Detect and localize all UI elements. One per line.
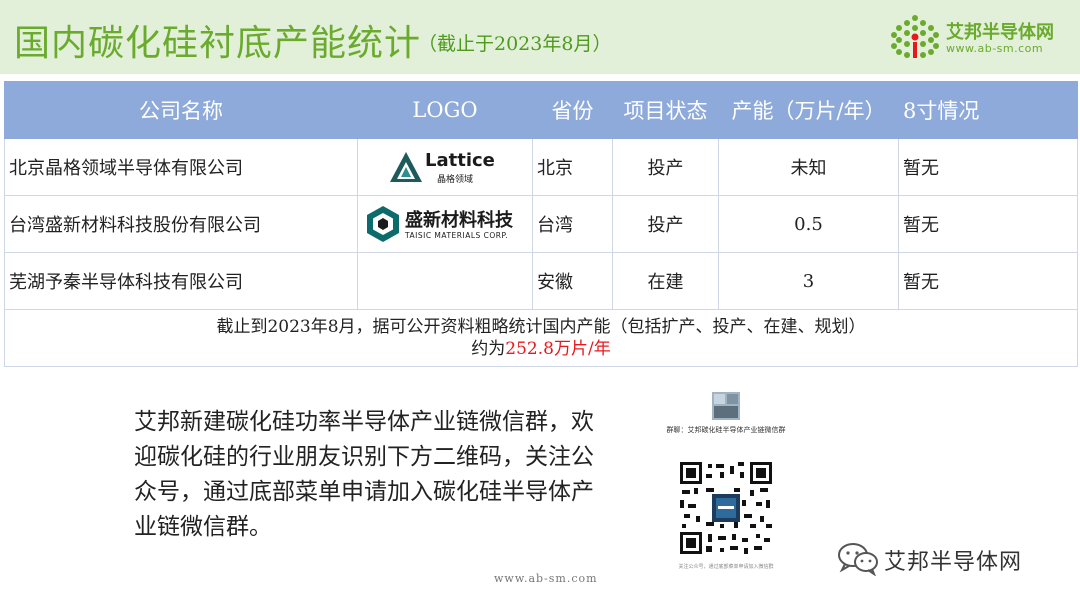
- table-row: 台湾盛新材料科技股份有限公司 盛新材料科技 TAISIC MATERIALS C…: [4, 195, 1078, 253]
- note-total-capacity: 252.8万片/年: [505, 339, 611, 359]
- cell-logo-empty: [357, 252, 533, 310]
- table-row: 芜湖予秦半导体科技有限公司 安徽 在建 3 暂无: [4, 252, 1078, 310]
- table-note-row: 截止到2023年8月，据可公开资料粗略统计国内产能（包括扩产、投产、在建、规划）…: [4, 309, 1078, 367]
- col-header-capacity: 产能（万片/年）: [718, 81, 899, 139]
- cell-company: 芜湖予秦半导体科技有限公司: [4, 252, 358, 310]
- cell-capacity: 0.5: [718, 195, 899, 253]
- capacity-table: 公司名称 LOGO 省份 项目状态 产能（万片/年） 8寸情况 北京晶格领域半导…: [4, 81, 1078, 367]
- qr-card-title: 群聊：艾邦碳化硅半导体产业链微信群: [666, 426, 786, 434]
- promo-url[interactable]: www.ab-sm.com: [494, 572, 598, 585]
- taisic-hex-icon: [367, 206, 399, 242]
- qr-code-icon[interactable]: [678, 460, 774, 556]
- cell-province: 北京: [532, 138, 613, 196]
- cell-status: 在建: [612, 252, 719, 310]
- cell-province: 安徽: [532, 252, 613, 310]
- cell-company: 台湾盛新材料科技股份有限公司: [4, 195, 358, 253]
- cell-company: 北京晶格领域半导体有限公司: [4, 138, 358, 196]
- lattice-logo-sub: 晶格领域: [437, 175, 474, 185]
- table-row: 北京晶格领域半导体有限公司 Lattice 晶格领域 北京 投产 未知 暂无: [4, 138, 1078, 196]
- table-note: 截止到2023年8月，据可公开资料粗略统计国内产能（包括扩产、投产、在建、规划）…: [4, 309, 1078, 367]
- qr-card[interactable]: 群聊：艾邦碳化硅半导体产业链微信群 关注公众号，通过底部菜单申请加入微信群: [664, 386, 788, 578]
- promo-text: 艾邦新建碳化硅功率半导体产业链微信群，欢迎碳化硅的行业朋友识别下方二维码，关注公…: [134, 409, 594, 540]
- wechat-watermark: 艾邦半导体网: [832, 540, 1062, 580]
- cell-logo: 盛新材料科技 TAISIC MATERIALS CORP.: [357, 195, 533, 253]
- watermark-text: 艾邦半导体网: [884, 550, 1023, 575]
- lattice-mark-icon: [390, 152, 422, 182]
- cell-status: 投产: [612, 138, 719, 196]
- table-header-row: 公司名称 LOGO 省份 项目状态 产能（万片/年） 8寸情况: [4, 81, 1078, 139]
- cell-province: 台湾: [532, 195, 613, 253]
- col-header-province: 省份: [532, 81, 613, 139]
- brand-name: 艾邦半导体网: [946, 22, 1054, 43]
- note-prefix: 约为: [471, 339, 506, 359]
- cell-eight-inch: 暂无: [898, 252, 1078, 310]
- taisic-logo-sub: TAISIC MATERIALS CORP.: [405, 231, 509, 240]
- brand-logo[interactable]: 艾邦半导体网 www.ab-sm.com: [890, 12, 1070, 62]
- cell-logo: Lattice 晶格领域: [357, 138, 533, 196]
- note-line-2: 约为252.8万片/年: [5, 338, 1077, 360]
- group-avatar-icon: [712, 392, 740, 420]
- cell-eight-inch: 暂无: [898, 138, 1078, 196]
- col-header-logo: LOGO: [357, 81, 533, 139]
- qr-card-footer: 关注公众号，通过底部菜单申请加入微信群: [678, 564, 774, 570]
- lattice-logo-text: Lattice: [425, 150, 495, 171]
- cell-status: 投产: [612, 195, 719, 253]
- header-banner: 国内碳化硅衬底产能统计 （截止于2023年8月） 艾邦半导体网 www.ab-s…: [0, 0, 1080, 74]
- taisic-logo-text: 盛新材料科技: [405, 210, 513, 231]
- col-header-eight-inch: 8寸情况: [898, 81, 1078, 139]
- cell-eight-inch: 暂无: [898, 195, 1078, 253]
- page-title: 国内碳化硅衬底产能统计: [14, 23, 422, 64]
- brand-url: www.ab-sm.com: [946, 42, 1044, 55]
- page-subtitle: （截止于2023年8月）: [418, 33, 612, 55]
- wechat-icon: [838, 543, 878, 576]
- cell-capacity: 未知: [718, 138, 899, 196]
- taisic-logo: 盛新材料科技 TAISIC MATERIALS CORP.: [365, 204, 525, 244]
- col-header-company: 公司名称: [4, 81, 358, 139]
- col-header-status: 项目状态: [612, 81, 719, 139]
- cell-capacity: 3: [718, 252, 899, 310]
- brand-dots-icon: [891, 15, 939, 58]
- lattice-logo: Lattice 晶格领域: [389, 149, 501, 185]
- note-line-1: 截止到2023年8月，据可公开资料粗略统计国内产能（包括扩产、投产、在建、规划）: [216, 317, 866, 337]
